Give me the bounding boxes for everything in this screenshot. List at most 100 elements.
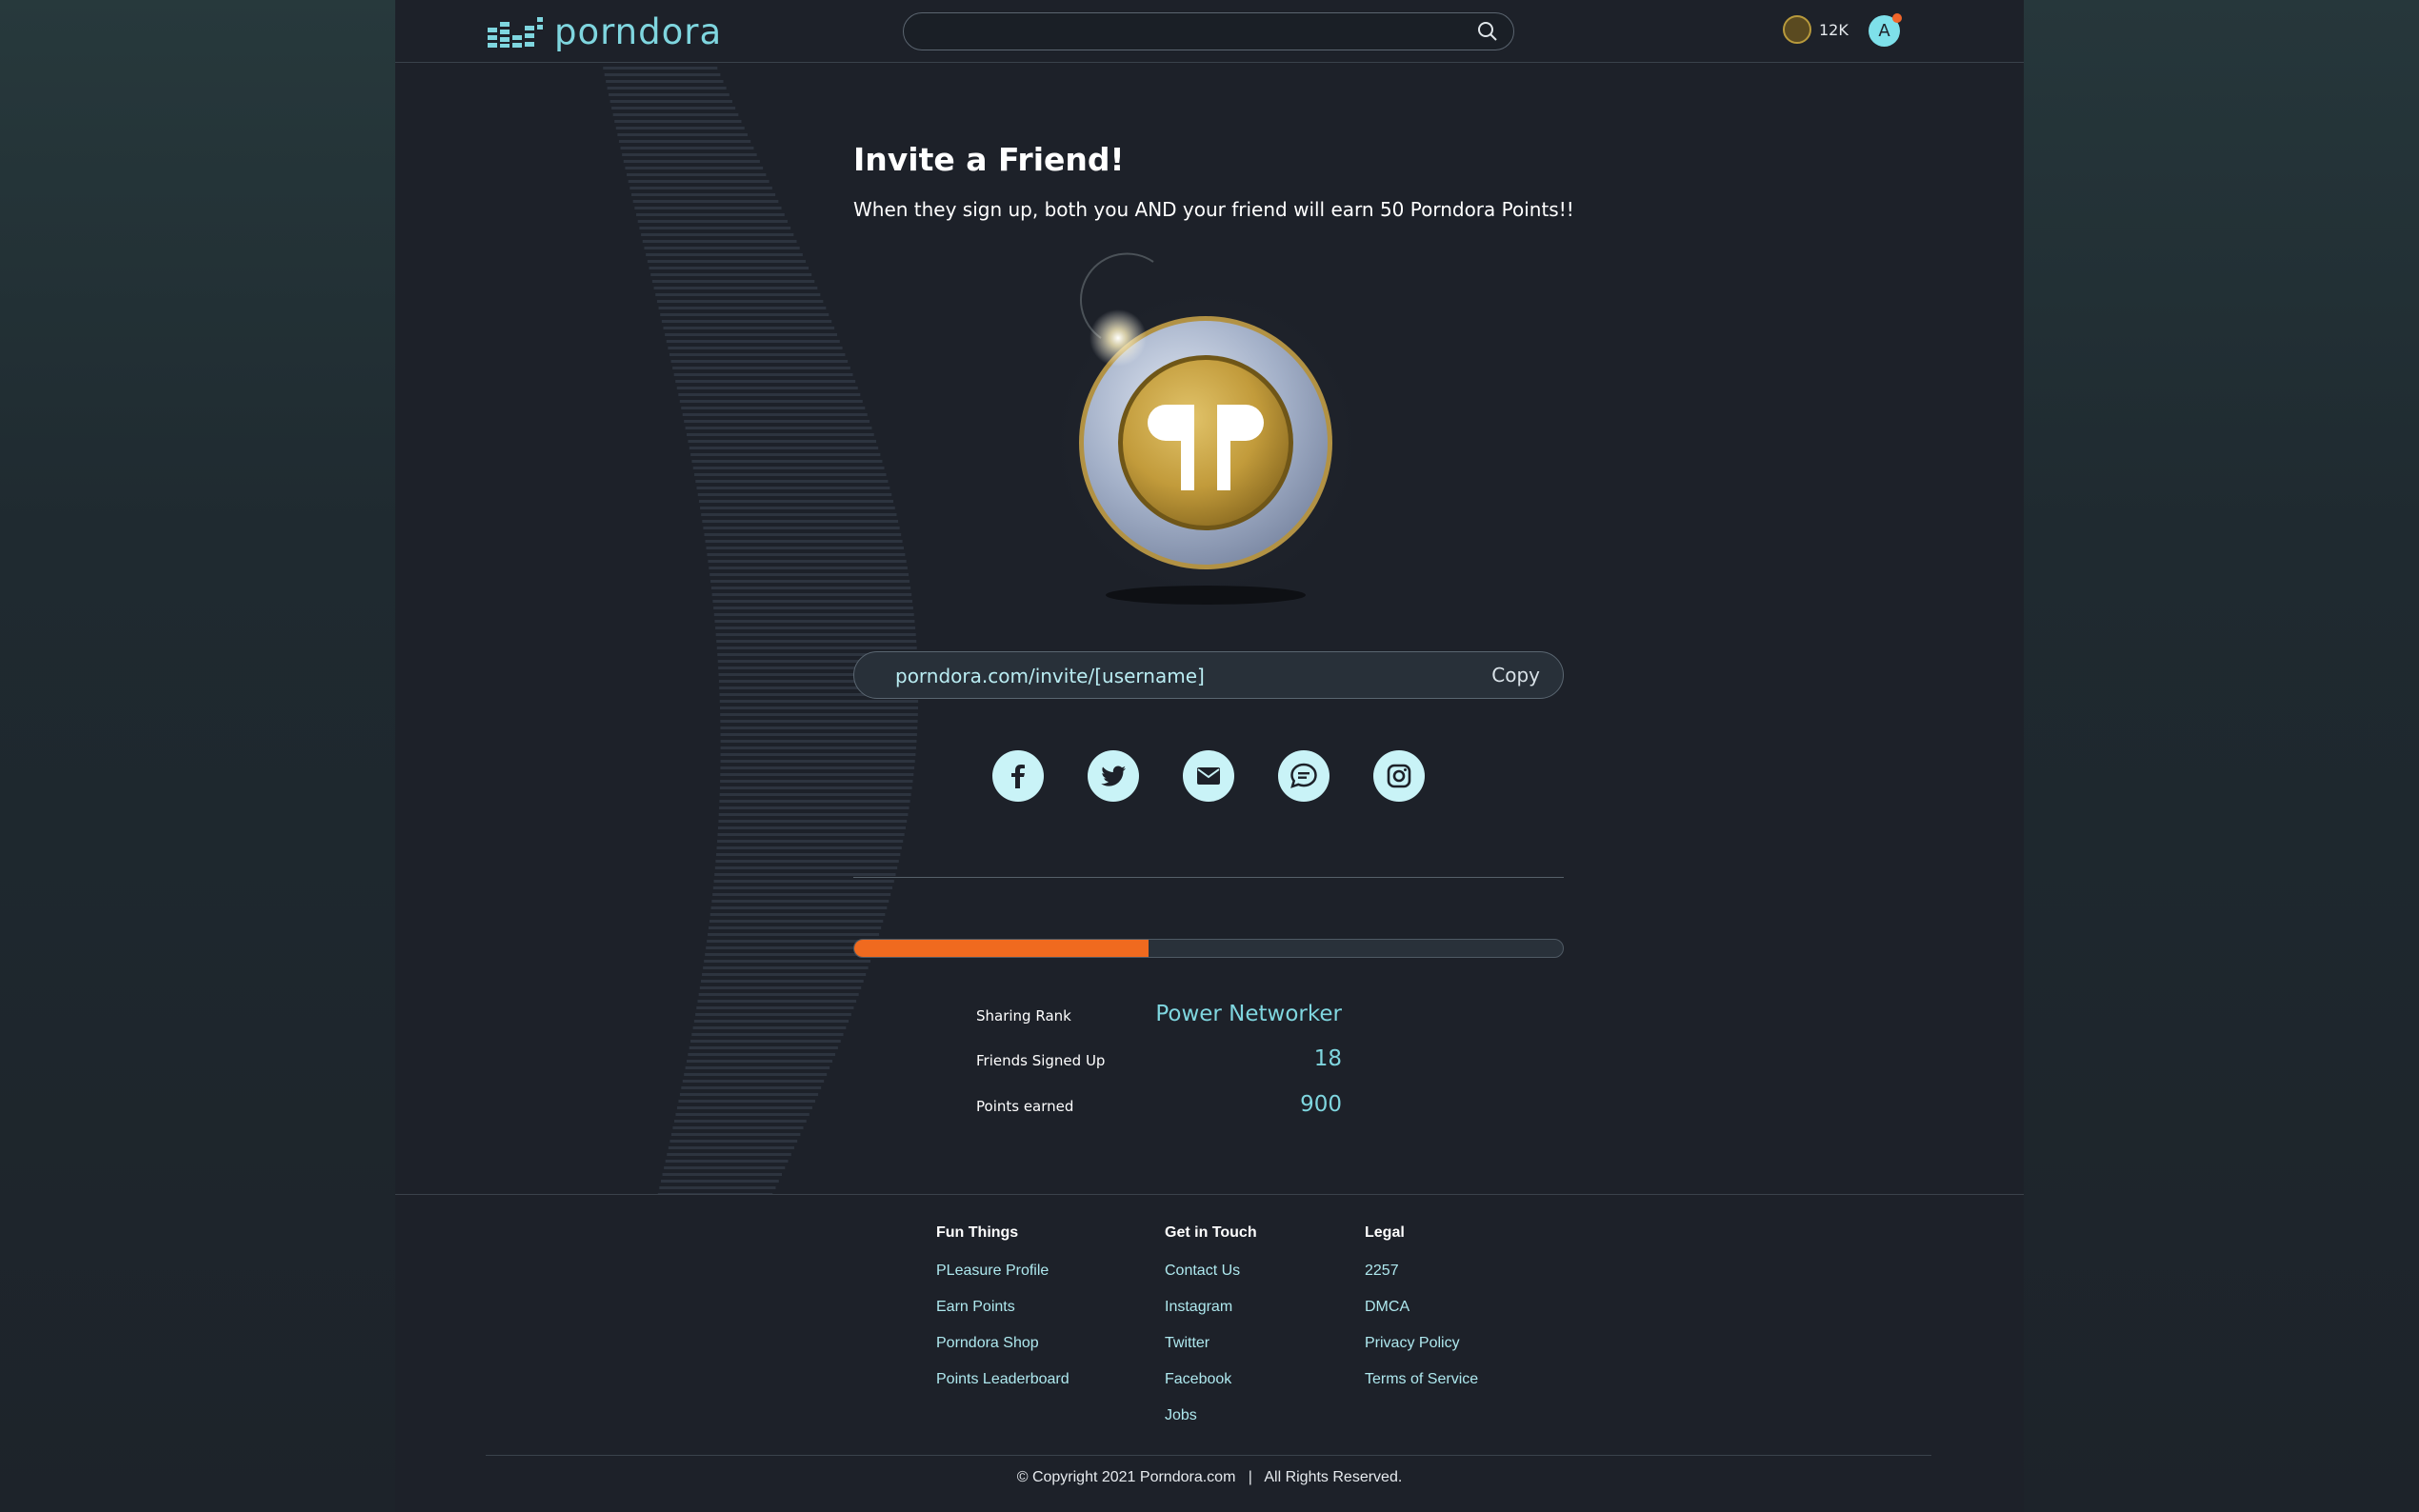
footer-link-earn-points[interactable]: Earn Points xyxy=(936,1299,1070,1335)
share-instagram-button[interactable] xyxy=(1373,750,1425,802)
stripe xyxy=(719,786,912,789)
share-message-button[interactable] xyxy=(1278,750,1329,802)
footer-link-privacy-policy[interactable]: Privacy Policy xyxy=(1365,1335,1478,1371)
footer-link-terms-of-service[interactable]: Terms of Service xyxy=(1365,1371,1478,1407)
stripe xyxy=(691,1033,844,1036)
footer-link-points-leaderboard[interactable]: Points Leaderboard xyxy=(936,1371,1070,1407)
footer-link-jobs[interactable]: Jobs xyxy=(1165,1407,1257,1443)
copyright-text: © Copyright 2021 Porndora.com | All Righ… xyxy=(1016,1469,1403,1485)
share-facebook-button[interactable] xyxy=(992,750,1044,802)
footer-heading: Fun Things xyxy=(936,1224,1019,1241)
search-icon[interactable] xyxy=(1477,21,1498,42)
stripe xyxy=(719,700,919,703)
stripe xyxy=(720,740,917,743)
stripe xyxy=(695,480,889,483)
stripe xyxy=(625,167,764,169)
mail-icon xyxy=(1197,767,1220,785)
coin-icon xyxy=(1783,15,1811,44)
stripe xyxy=(678,393,861,396)
stripe xyxy=(675,380,856,383)
footer-link-2257[interactable]: 2257 xyxy=(1365,1263,1478,1299)
footer-link-porndora-shop[interactable]: Porndora Shop xyxy=(936,1335,1070,1371)
stripe xyxy=(708,933,880,936)
stripe xyxy=(707,940,877,943)
footer-link-pleasure-profile[interactable]: PLeasure Profile xyxy=(936,1263,1070,1299)
stat-label: Sharing Rank xyxy=(976,1007,1071,1025)
points-balance[interactable]: 12K xyxy=(1783,15,1849,44)
stripe xyxy=(702,973,867,976)
stripe xyxy=(614,120,742,123)
stripe xyxy=(713,880,894,883)
stripe xyxy=(703,966,869,969)
stripe xyxy=(714,873,896,876)
stripe xyxy=(715,627,916,629)
stripe xyxy=(632,200,779,203)
chat-icon xyxy=(1290,763,1317,788)
stripe xyxy=(691,460,883,463)
stripe xyxy=(704,533,902,536)
stripe xyxy=(710,587,911,589)
stripe xyxy=(651,280,815,283)
stripe xyxy=(695,1013,851,1016)
decorative-stripes xyxy=(533,67,1010,1195)
stripe xyxy=(659,1186,776,1189)
stripe xyxy=(712,600,913,603)
footer-link-facebook[interactable]: Facebook xyxy=(1165,1371,1257,1407)
invite-link-field[interactable]: porndora.com/invite/[username] Copy xyxy=(853,651,1564,699)
stripe xyxy=(666,340,840,343)
share-email-button[interactable] xyxy=(1183,750,1234,802)
copy-button[interactable]: Copy xyxy=(1491,664,1540,686)
stripe xyxy=(663,327,835,329)
stripe xyxy=(720,720,918,723)
stripe xyxy=(685,427,872,429)
stripe xyxy=(719,706,918,709)
invite-url[interactable]: porndora.com/invite/[username] xyxy=(895,665,1205,687)
stripe xyxy=(622,153,757,156)
stripe xyxy=(634,207,782,209)
avatar-initial: A xyxy=(1878,21,1890,41)
stripe xyxy=(711,900,890,903)
stripe xyxy=(701,513,897,516)
stripe xyxy=(668,1146,794,1149)
stripe xyxy=(705,540,903,543)
stripe xyxy=(706,946,875,949)
stripe xyxy=(658,307,827,309)
footer-link-instagram[interactable]: Instagram xyxy=(1165,1299,1257,1335)
stripe xyxy=(720,713,918,716)
share-twitter-button[interactable] xyxy=(1088,750,1139,802)
stripe xyxy=(646,253,803,256)
stripe xyxy=(665,333,837,336)
stripe xyxy=(681,407,866,409)
stripe xyxy=(664,1166,786,1169)
search-input[interactable] xyxy=(903,12,1514,50)
footer-link-dmca[interactable]: DMCA xyxy=(1365,1299,1478,1335)
stat-friends-signed-up: Friends Signed Up 18 xyxy=(976,1046,1342,1071)
footer-link-contact-us[interactable]: Contact Us xyxy=(1165,1263,1257,1299)
footer-link-twitter[interactable]: Twitter xyxy=(1165,1335,1257,1371)
stripe xyxy=(661,320,832,323)
stripe xyxy=(713,613,914,616)
section-divider xyxy=(853,877,1564,878)
stripe xyxy=(715,860,899,863)
stat-points-earned: Points earned 900 xyxy=(976,1092,1342,1117)
stripe xyxy=(710,580,910,583)
stripe xyxy=(620,147,754,149)
footer-heading: Legal xyxy=(1365,1224,1405,1241)
stripe xyxy=(711,593,912,596)
stripe xyxy=(717,833,905,836)
stripe xyxy=(667,1153,791,1156)
brand-logo[interactable]: porndora xyxy=(488,11,722,52)
stripe xyxy=(684,420,870,423)
stripe xyxy=(716,846,902,849)
stripe xyxy=(720,780,913,783)
stripe xyxy=(670,360,849,363)
stripe xyxy=(714,620,915,623)
stripe xyxy=(703,527,900,529)
stripe xyxy=(696,1006,854,1009)
footer-column-legal: Legal 2257 DMCA Privacy Policy Terms of … xyxy=(1365,1224,1478,1407)
stripe xyxy=(668,347,843,349)
avatar[interactable]: A xyxy=(1869,13,1902,47)
stripe xyxy=(696,487,890,489)
stripe xyxy=(615,127,745,129)
top-header: porndora 12K A xyxy=(395,0,2024,63)
